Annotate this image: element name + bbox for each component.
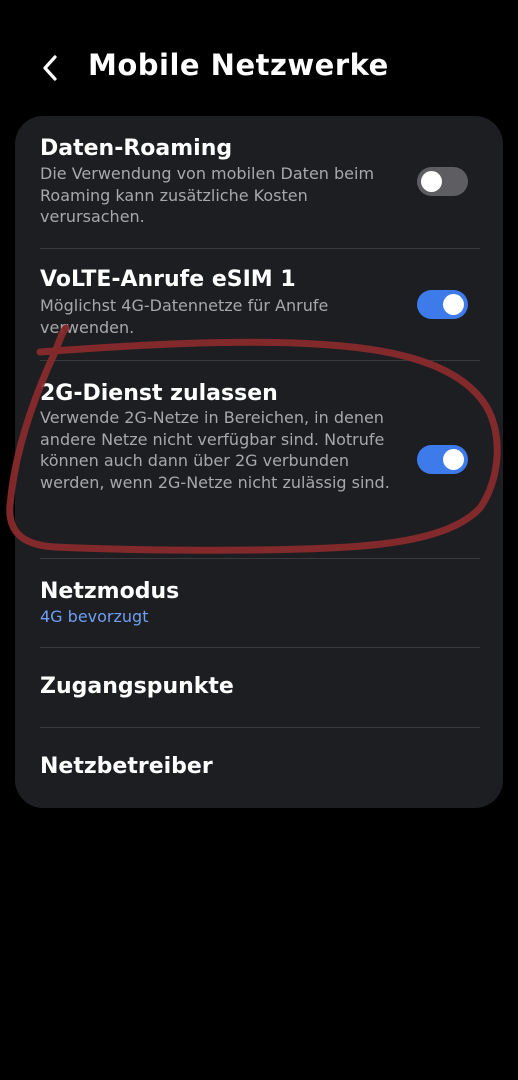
access-points-title: Zugangspunkte [40, 674, 234, 699]
allow-2g-title: 2G-Dienst zulassen [40, 381, 278, 406]
operators-title: Netzbetreiber [40, 754, 213, 779]
chevron-left-icon [43, 55, 57, 81]
allow-2g-description: Verwende 2G-Netze in Bereichen, in denen… [40, 408, 390, 492]
access-points-row[interactable]: Zugangspunkte [15, 648, 503, 727]
network-mode-title: Netzmodus [40, 579, 180, 604]
data-roaming-description: Die Verwendung von mobilen Daten beim Ro… [40, 164, 375, 226]
network-mode-row[interactable]: Netzmodus 4G bevorzugt [15, 559, 503, 647]
data-roaming-title: Daten-Roaming [40, 136, 233, 161]
allow-2g-toggle[interactable] [417, 445, 468, 474]
settings-card: Daten-Roaming Die Verwendung von mobilen… [15, 116, 503, 808]
back-button[interactable] [30, 46, 70, 90]
data-roaming-toggle[interactable] [417, 167, 468, 196]
allow-2g-row[interactable]: 2G-Dienst zulassen Verwende 2G-Netze in … [15, 361, 503, 558]
operators-row[interactable]: Netzbetreiber [15, 728, 503, 808]
volte-toggle[interactable] [417, 290, 468, 319]
volte-row[interactable]: VoLTE-Anrufe eSIM 1 Möglichst 4G-Datenne… [15, 249, 503, 360]
toggle-knob [443, 449, 464, 470]
toggle-knob [443, 294, 464, 315]
data-roaming-row[interactable]: Daten-Roaming Die Verwendung von mobilen… [15, 116, 503, 248]
app-bar: Mobile Netzwerke [0, 40, 518, 96]
volte-description: Möglichst 4G-Datennetze für Anrufe verwe… [40, 296, 329, 337]
volte-title: VoLTE-Anrufe eSIM 1 [40, 267, 296, 292]
network-mode-value: 4G bevorzugt [40, 607, 149, 626]
page-title: Mobile Netzwerke [88, 48, 389, 82]
toggle-knob [421, 171, 442, 192]
